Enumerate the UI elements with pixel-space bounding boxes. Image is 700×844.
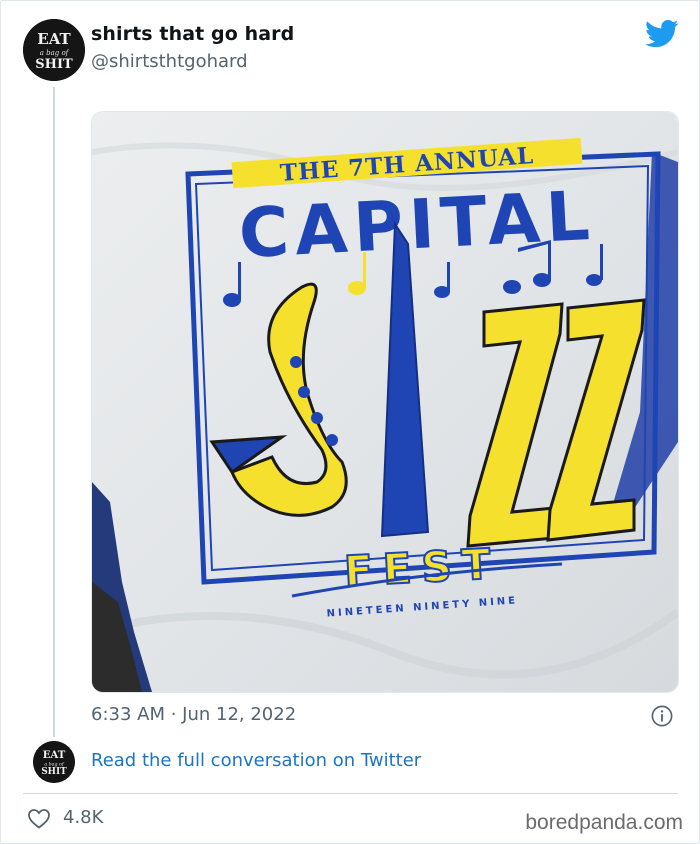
shirt-fest-text: FEST [343,539,502,596]
info-icon[interactable] [651,705,673,727]
avatar-text-a-bag-of: a bag of [40,49,70,57]
heart-icon[interactable] [27,807,51,829]
avatar-text-shit: SHIT [35,57,73,72]
display-name[interactable]: shirts that go hard [91,23,294,45]
avatar-text-eat: EAT [37,30,71,48]
thread-line [53,87,55,737]
watermark-brand: boredpanda.com [525,811,683,834]
divider [23,793,678,794]
tweet-timestamp[interactable]: 6:33 AM · Jun 12, 2022 [91,704,296,725]
avatar-small[interactable]: EAT a bag of SHIT [33,741,75,783]
avatar-small-image: EAT a bag of SHIT [33,741,75,783]
tweet-photo[interactable]: THE 7TH ANNUAL CAPITAL FEST NINETEEN NIN… [91,111,679,693]
avatar-small-text-eat: EAT [43,749,66,761]
user-handle[interactable]: @shirtsthtgohard [91,51,248,72]
avatar-image: EAT a bag of SHIT [23,19,85,81]
avatar[interactable]: EAT a bag of SHIT [23,19,85,81]
shirt-photo-image: THE 7TH ANNUAL CAPITAL FEST NINETEEN NIN… [92,112,678,692]
read-conversation-link[interactable]: Read the full conversation on Twitter [91,750,421,771]
tweet-card: EAT a bag of SHIT shirts that go hard @s… [0,0,700,844]
twitter-bird-icon[interactable] [645,19,679,49]
avatar-small-text-a-bag-of: a bag of [44,761,65,767]
avatar-small-text-shit: SHIT [41,767,67,777]
like-count: 4.8K [63,807,104,828]
